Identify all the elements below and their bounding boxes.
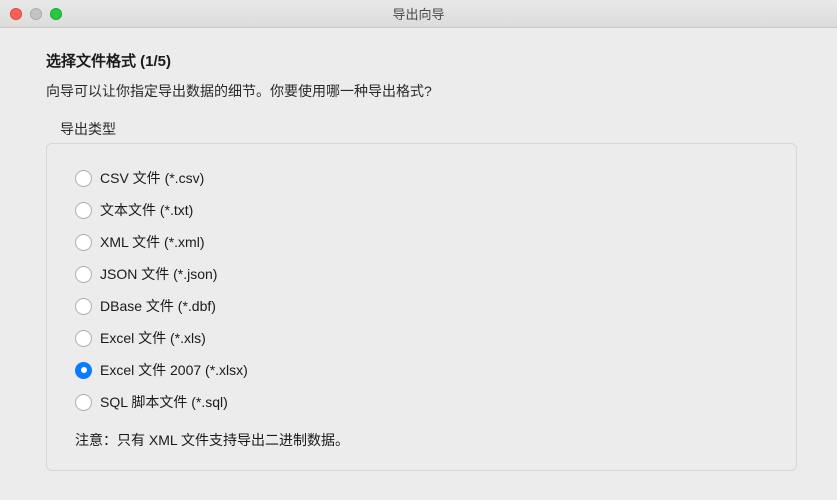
maximize-icon[interactable] bbox=[50, 8, 62, 20]
radio-icon[interactable] bbox=[75, 202, 92, 219]
export-type-option[interactable]: CSV 文件 (*.csv) bbox=[75, 162, 768, 194]
radio-icon[interactable] bbox=[75, 394, 92, 411]
radio-label: CSV 文件 (*.csv) bbox=[100, 168, 204, 188]
radio-icon[interactable] bbox=[75, 234, 92, 251]
close-icon[interactable] bbox=[10, 8, 22, 20]
radio-label: DBase 文件 (*.dbf) bbox=[100, 296, 216, 316]
radio-label: SQL 脚本文件 (*.sql) bbox=[100, 392, 228, 412]
window-title: 导出向导 bbox=[0, 4, 837, 23]
radio-list: CSV 文件 (*.csv) 文本文件 (*.txt) XML 文件 (*.xml)… bbox=[75, 162, 768, 418]
step-description: 向导可以让你指定导出数据的细节。你要使用哪一种导出格式? bbox=[46, 81, 797, 101]
radio-icon[interactable] bbox=[75, 298, 92, 315]
export-type-option[interactable]: 文本文件 (*.txt) bbox=[75, 194, 768, 226]
radio-icon[interactable] bbox=[75, 266, 92, 283]
radio-icon[interactable] bbox=[75, 330, 92, 347]
radio-label: XML 文件 (*.xml) bbox=[100, 232, 204, 252]
traffic-lights bbox=[0, 8, 62, 20]
radio-label: Excel 文件 (*.xls) bbox=[100, 328, 206, 348]
wizard-content: 选择文件格式 (1/5) 向导可以让你指定导出数据的细节。你要使用哪一种导出格式… bbox=[0, 28, 837, 491]
export-type-option[interactable]: SQL 脚本文件 (*.sql) bbox=[75, 386, 768, 418]
radio-label: 文本文件 (*.txt) bbox=[100, 200, 193, 220]
export-type-option[interactable]: Excel 文件 2007 (*.xlsx) bbox=[75, 354, 768, 386]
export-type-group: CSV 文件 (*.csv) 文本文件 (*.txt) XML 文件 (*.xml)… bbox=[46, 143, 797, 471]
group-label: 导出类型 bbox=[60, 119, 797, 139]
step-title: 选择文件格式 (1/5) bbox=[46, 50, 797, 71]
export-type-option[interactable]: XML 文件 (*.xml) bbox=[75, 226, 768, 258]
export-note: 注意：只有 XML 文件支持导出二进制数据。 bbox=[75, 430, 768, 450]
export-type-option[interactable]: Excel 文件 (*.xls) bbox=[75, 322, 768, 354]
export-type-option[interactable]: DBase 文件 (*.dbf) bbox=[75, 290, 768, 322]
minimize-icon bbox=[30, 8, 42, 20]
radio-label: Excel 文件 2007 (*.xlsx) bbox=[100, 360, 248, 380]
titlebar: 导出向导 bbox=[0, 0, 837, 28]
radio-label: JSON 文件 (*.json) bbox=[100, 264, 217, 284]
export-type-option[interactable]: JSON 文件 (*.json) bbox=[75, 258, 768, 290]
radio-icon[interactable] bbox=[75, 362, 92, 379]
radio-icon[interactable] bbox=[75, 170, 92, 187]
